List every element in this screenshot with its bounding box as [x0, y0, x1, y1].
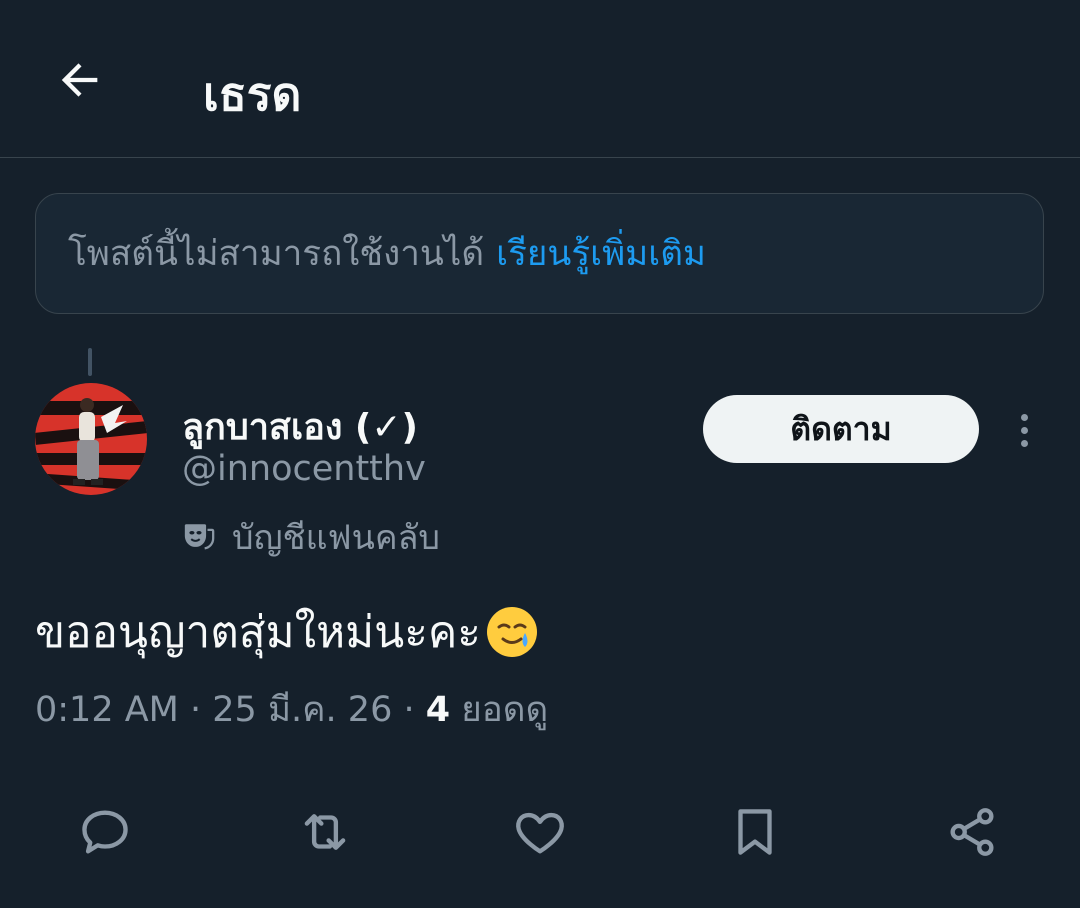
- author-display-name[interactable]: ลูกบาสเอง (✓): [182, 398, 418, 455]
- follow-button[interactable]: ติดตาม: [703, 395, 979, 463]
- tweet-date: 25 มี.ค. 26: [212, 690, 393, 730]
- tweet-metadata: 0:12 AM · 25 มี.ค. 26 · 4 ยอดดู: [35, 682, 548, 737]
- separator: ·: [403, 690, 426, 730]
- like-icon: [516, 812, 564, 854]
- separator: ·: [190, 690, 213, 730]
- dot: [1020, 439, 1028, 447]
- fan-account-text: บัญชีแฟนคลับ: [232, 518, 441, 558]
- theater-mask-icon: [184, 524, 215, 550]
- tweet-time: 0:12 AM: [35, 690, 179, 730]
- learn-more-link[interactable]: เรียนรู้เพิ่มเติม: [496, 226, 706, 281]
- tweet-body: ขออนุญาตสุ่มใหม่นะคะ: [35, 597, 539, 667]
- repost-button[interactable]: [293, 800, 357, 864]
- views-label: ยอดดู: [461, 690, 549, 730]
- arrow-left-icon: [61, 63, 98, 97]
- notice-text: โพสต์นี้ไม่สามารถใช้งานได้: [68, 234, 485, 274]
- fan-account-label: บัญชีแฟนคลับ: [182, 510, 440, 564]
- reply-button[interactable]: [73, 800, 137, 864]
- views-count: 4: [425, 690, 451, 730]
- more-options-icon[interactable]: [1004, 405, 1044, 455]
- reply-icon: [82, 810, 128, 854]
- dot: [1020, 413, 1028, 421]
- smiling-face-with-tear-emoji: [486, 607, 537, 657]
- avatar[interactable]: [35, 383, 147, 495]
- share-button[interactable]: [940, 800, 1004, 864]
- top-bar: เธรด: [0, 0, 1080, 158]
- like-button[interactable]: [508, 800, 572, 864]
- bookmark-icon: [738, 809, 772, 855]
- thread-connector-line: [88, 348, 92, 376]
- share-icon: [950, 808, 994, 856]
- unavailable-post-notice: โพสต์นี้ไม่สามารถใช้งานได้ เรียนรู้เพิ่ม…: [35, 193, 1044, 314]
- avatar-image: [35, 383, 147, 495]
- page-title: เธรด: [203, 67, 302, 121]
- bookmark-button[interactable]: [723, 800, 787, 864]
- repost-icon: [304, 814, 346, 850]
- back-button[interactable]: [52, 52, 108, 108]
- dot: [1020, 426, 1028, 434]
- author-handle: @innocentthv: [182, 449, 426, 489]
- tweet-text: ขออนุญาตสุ่มใหม่นะคะ: [35, 607, 481, 658]
